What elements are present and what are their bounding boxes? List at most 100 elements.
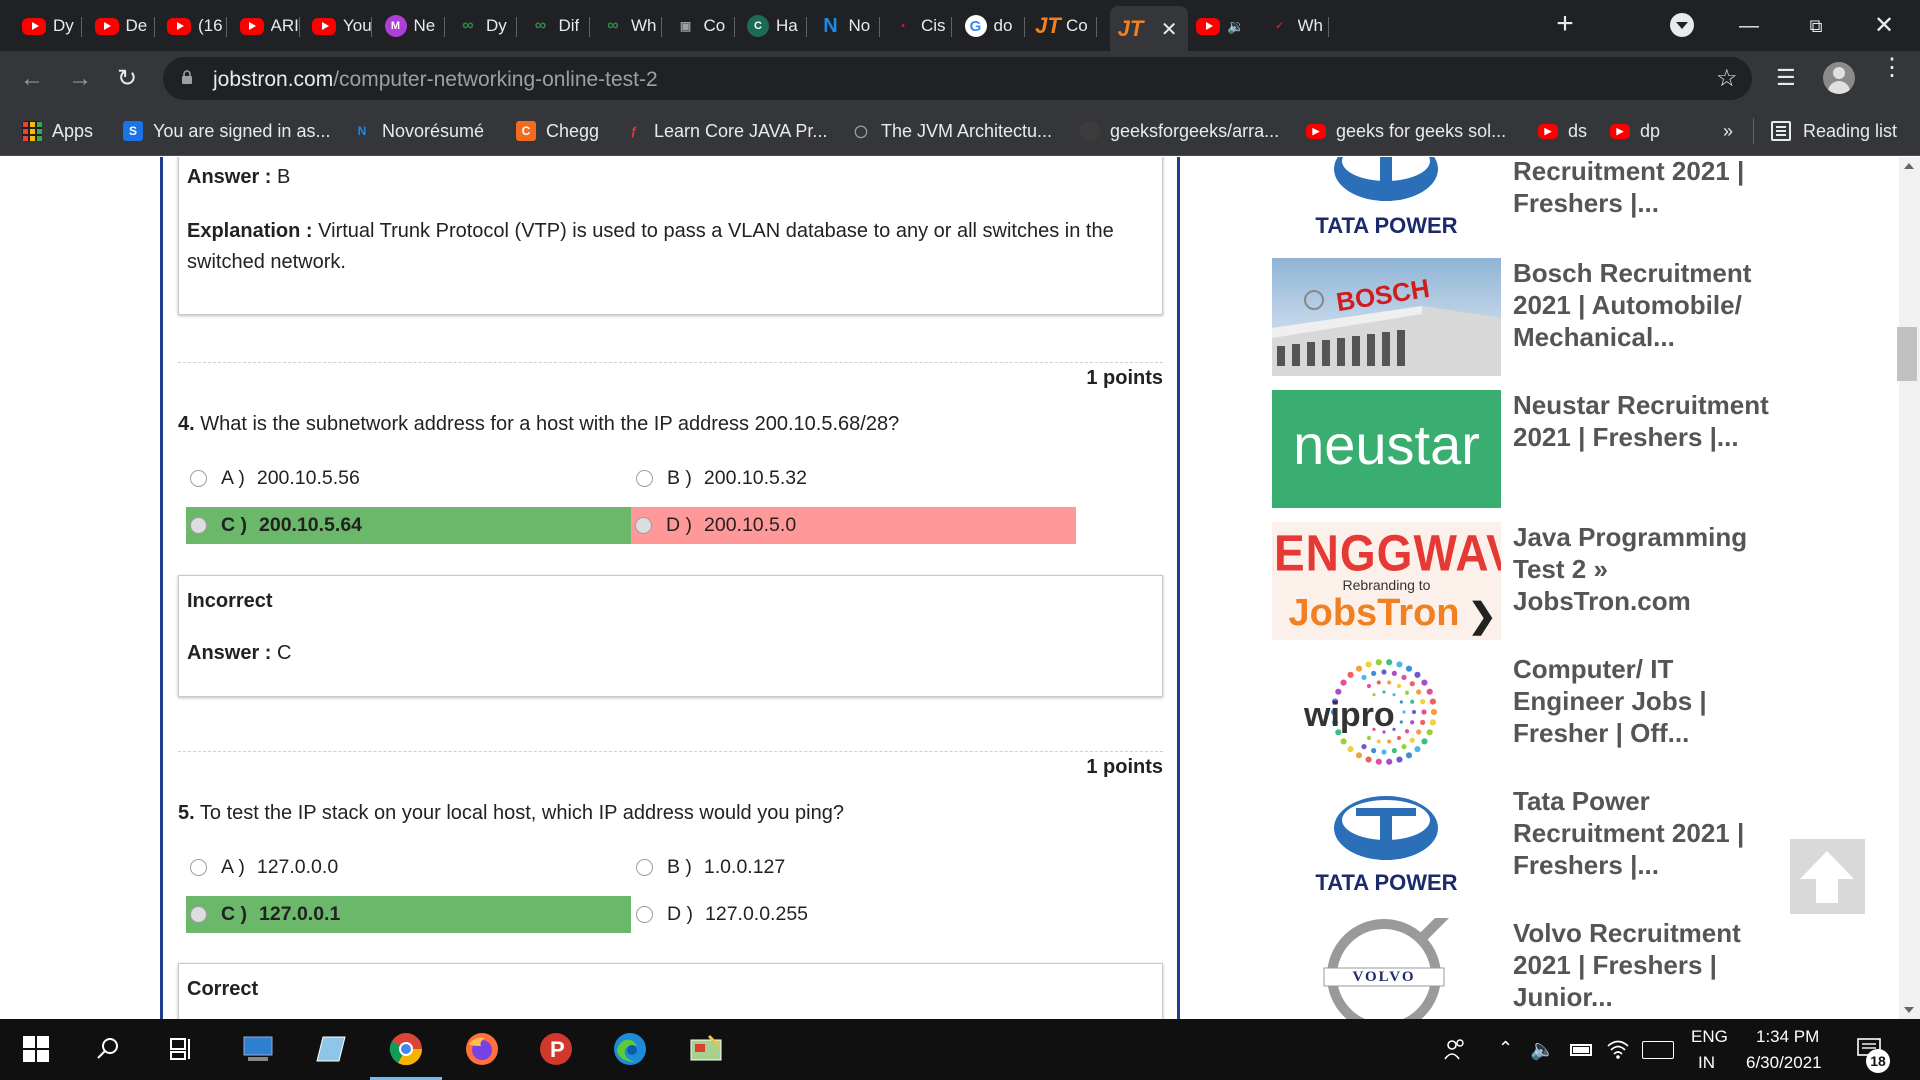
radio-button[interactable]: [636, 906, 653, 923]
tab-active[interactable]: JT ✕: [1109, 6, 1188, 51]
sidebar-thumb-tata-power[interactable]: TATA POWER: [1272, 157, 1501, 247]
new-tab-button[interactable]: +: [1550, 9, 1580, 40]
forward-icon[interactable]: →: [66, 65, 94, 93]
clock-date[interactable]: 6/30/2021: [1746, 1053, 1822, 1073]
show-hidden-icons-icon[interactable]: ⌃: [1498, 1038, 1513, 1059]
language-top[interactable]: ENG: [1691, 1027, 1728, 1047]
radio-button[interactable]: [190, 470, 207, 487]
tab[interactable]: ∞ Wh: [592, 8, 662, 44]
bookmark-0[interactable]: Apps: [22, 119, 93, 143]
q5-option-d[interactable]: D ) 127.0.0.255: [632, 896, 1076, 933]
more-menu-icon[interactable]: ⋮: [1880, 56, 1904, 80]
sidebar-thumb-wipro[interactable]: wipro: [1272, 654, 1501, 772]
search-icon[interactable]: [90, 1031, 126, 1067]
keyboard-icon[interactable]: [1642, 1041, 1674, 1059]
tab[interactable]: ▣ Co: [665, 8, 735, 44]
notes-app-icon[interactable]: [313, 1031, 349, 1067]
tab[interactable]: • Cis: [882, 8, 952, 44]
tab[interactable]: ✓ Wh: [1259, 8, 1329, 44]
sidebar-thumb-enggwave[interactable]: ENGGWAVE Rebranding to JobsTron ❯: [1272, 522, 1501, 640]
tab[interactable]: De: [85, 8, 155, 44]
radio-button[interactable]: [190, 906, 207, 923]
bookmark-3[interactable]: C Chegg: [516, 119, 599, 143]
tab[interactable]: You: [302, 8, 372, 44]
sidebar-title-link[interactable]: Bosch Recruitment 2021 | Automobile/ Mec…: [1513, 257, 1773, 353]
page-scrollbar[interactable]: [1899, 157, 1920, 1019]
close-window-icon[interactable]: ✕: [1860, 8, 1908, 44]
scroll-down-arrow-icon[interactable]: [1904, 1007, 1914, 1013]
sidebar-title-link[interactable]: Java Programming Test 2 » JobsTron.com: [1513, 521, 1773, 617]
sidebar-title-link[interactable]: Neustar Recruitment 2021 | Freshers |...: [1513, 389, 1773, 453]
reload-icon[interactable]: ↻: [113, 65, 141, 93]
sidebar-title-link[interactable]: Volvo Recruitment 2021 | Freshers | Juni…: [1513, 917, 1773, 1013]
bookmark-7[interactable]: ▶ geeks for geeks sol...: [1306, 119, 1506, 143]
tab[interactable]: C Ha: [737, 8, 807, 44]
firefox-icon[interactable]: [464, 1031, 500, 1067]
wifi-icon[interactable]: [1606, 1037, 1630, 1061]
tab[interactable]: Gdo: [955, 8, 1025, 44]
radio-button[interactable]: [190, 517, 207, 534]
q4-option-b[interactable]: B ) 200.10.5.32: [632, 460, 1076, 497]
tab[interactable]: ARI: [230, 8, 300, 44]
tab[interactable]: M Ne: [375, 8, 445, 44]
tab-close-icon[interactable]: ✕: [1161, 17, 1178, 42]
media-control-icon[interactable]: ☰: [1776, 65, 1796, 91]
q4-option-d-selected-wrong[interactable]: D ) 200.10.5.0: [631, 507, 1076, 544]
radio-button[interactable]: [636, 859, 653, 876]
tab[interactable]: (16: [157, 8, 227, 44]
computer-icon[interactable]: [240, 1031, 276, 1067]
audio-playing-icon[interactable]: 🔉: [1227, 18, 1244, 35]
volume-icon[interactable]: 🔈: [1530, 1037, 1555, 1062]
profile-avatar[interactable]: [1823, 62, 1855, 94]
sidebar-thumb-tata-power[interactable]: TATA POWER: [1272, 786, 1501, 904]
restore-icon[interactable]: ⧉: [1792, 8, 1840, 44]
q5-option-b[interactable]: B ) 1.0.0.127: [632, 849, 1076, 886]
tab[interactable]: ∞ Dy: [447, 8, 517, 44]
task-view-icon[interactable]: [162, 1031, 198, 1067]
radio-button[interactable]: [636, 470, 653, 487]
scrollbar-thumb[interactable]: [1897, 327, 1917, 381]
reading-list-button[interactable]: Reading list: [1771, 119, 1897, 143]
app-icon[interactable]: [688, 1031, 724, 1067]
scroll-to-top-button[interactable]: [1790, 839, 1865, 914]
bookmark-8[interactable]: ▶ ds: [1538, 119, 1587, 143]
bookmark-2[interactable]: N Novorésumé: [352, 119, 484, 143]
address-bar[interactable]: jobstron.com/computer-networking-online-…: [163, 57, 1752, 100]
psiphon-icon[interactable]: P: [538, 1031, 574, 1067]
clock-time[interactable]: 1:34 PM: [1756, 1027, 1819, 1047]
people-icon[interactable]: [1443, 1037, 1467, 1061]
sidebar-title-link[interactable]: Computer/ IT Engineer Jobs | Fresher | O…: [1513, 653, 1773, 749]
tab[interactable]: 🔉: [1186, 8, 1248, 44]
q4-option-a[interactable]: A ) 200.10.5.56: [186, 460, 630, 497]
minimize-icon[interactable]: —: [1725, 8, 1773, 44]
bookmark-star-icon[interactable]: ☆: [1716, 64, 1738, 93]
q5-option-a[interactable]: A ) 127.0.0.0: [186, 849, 630, 886]
q5-option-c-correct[interactable]: C ) 127.0.0.1: [186, 896, 631, 933]
bookmarks-overflow-button[interactable]: »: [1723, 119, 1733, 143]
radio-button[interactable]: [635, 517, 652, 534]
radio-button[interactable]: [190, 859, 207, 876]
tab-search-icon[interactable]: [1670, 13, 1694, 37]
q4-option-c-correct[interactable]: C ) 200.10.5.64: [186, 507, 631, 544]
bookmark-4[interactable]: ƒ Learn Core JAVA Pr...: [624, 119, 828, 143]
bookmark-5[interactable]: ◯ The JVM Architectu...: [851, 119, 1052, 143]
sidebar-thumb-bosch[interactable]: BOSCH: [1272, 258, 1501, 376]
scroll-up-arrow-icon[interactable]: [1904, 163, 1914, 169]
bookmark-6[interactable]: geeksforgeeks/arra...: [1080, 119, 1279, 143]
back-icon[interactable]: ←: [18, 65, 46, 93]
edge-icon[interactable]: [612, 1031, 648, 1067]
windows-start-icon[interactable]: [18, 1031, 54, 1067]
tab[interactable]: JT Co: [1027, 8, 1097, 44]
tab[interactable]: Dy: [12, 8, 82, 44]
battery-icon[interactable]: [1570, 1044, 1592, 1056]
bookmark-1[interactable]: S You are signed in as...: [123, 119, 330, 143]
sidebar-thumb-volvo[interactable]: VOLVO: [1272, 918, 1501, 1019]
language-bottom[interactable]: IN: [1698, 1053, 1715, 1073]
sidebar-thumb-neustar[interactable]: neustar: [1272, 390, 1501, 508]
chrome-icon[interactable]: [388, 1031, 424, 1067]
tab[interactable]: ∞ Dif: [520, 8, 590, 44]
bookmark-9[interactable]: ▶ dp: [1610, 119, 1660, 143]
sidebar-title-link[interactable]: Recruitment 2021 | Freshers |...: [1513, 157, 1773, 219]
sidebar-title-link[interactable]: Tata Power Recruitment 2021 | Freshers |…: [1513, 785, 1773, 881]
tab[interactable]: N No: [810, 8, 880, 44]
